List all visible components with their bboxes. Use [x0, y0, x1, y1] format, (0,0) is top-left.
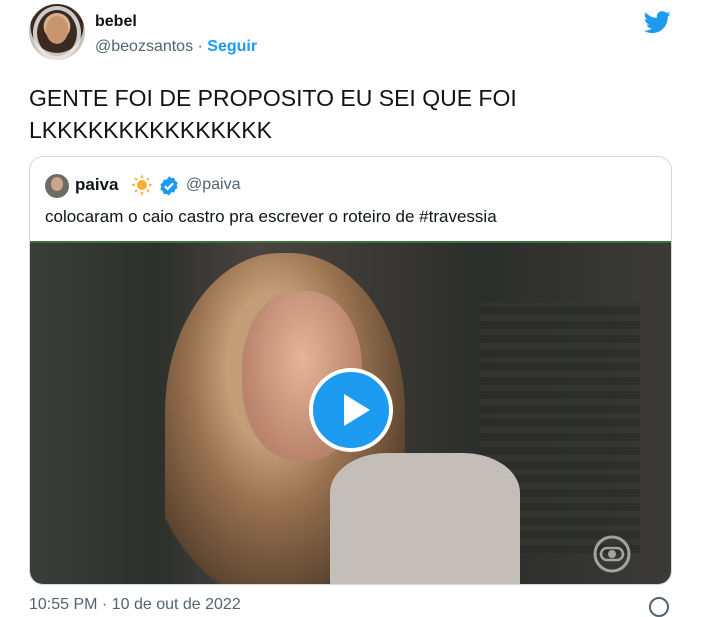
info-icon[interactable] — [649, 597, 669, 617]
play-icon — [344, 394, 370, 426]
avatar-veil — [33, 6, 81, 60]
avatar[interactable] — [29, 4, 85, 60]
quoted-author-handle[interactable]: @paiva — [186, 176, 241, 194]
tweet-text: GENTE FOI DE PROPOSITO EU SEI QUE FOI LK… — [29, 85, 517, 143]
quoted-tweet-text: colocaram o caio castro pra escrever o r… — [45, 207, 497, 226]
handle-separator: · — [193, 38, 208, 55]
tweet-timestamp[interactable]: 10:55 PM · 10 de out de 2022 — [29, 596, 241, 614]
author-handle-line: @beozsantos · Seguir — [95, 38, 257, 56]
play-button[interactable] — [309, 368, 393, 452]
quoted-author-name[interactable]: paiva — [75, 175, 118, 195]
video-frame-shirt — [330, 453, 520, 584]
video-player[interactable] — [30, 241, 671, 584]
tweet-card: bebel @beozsantos · Seguir GENTE FOI DE … — [0, 0, 706, 617]
globoplay-watermark-icon — [593, 535, 631, 573]
author-handle[interactable]: @beozsantos — [95, 38, 193, 55]
verified-badge-icon — [160, 176, 178, 196]
sun-icon — [131, 174, 153, 196]
follow-button[interactable]: Seguir — [207, 38, 257, 55]
twitter-bird-icon[interactable] — [641, 8, 673, 36]
quoted-avatar[interactable] — [45, 174, 69, 198]
quoted-tweet[interactable]: paiva @paiva colocaram o caio castro pra… — [29, 156, 672, 585]
author-name[interactable]: bebel — [95, 13, 137, 31]
